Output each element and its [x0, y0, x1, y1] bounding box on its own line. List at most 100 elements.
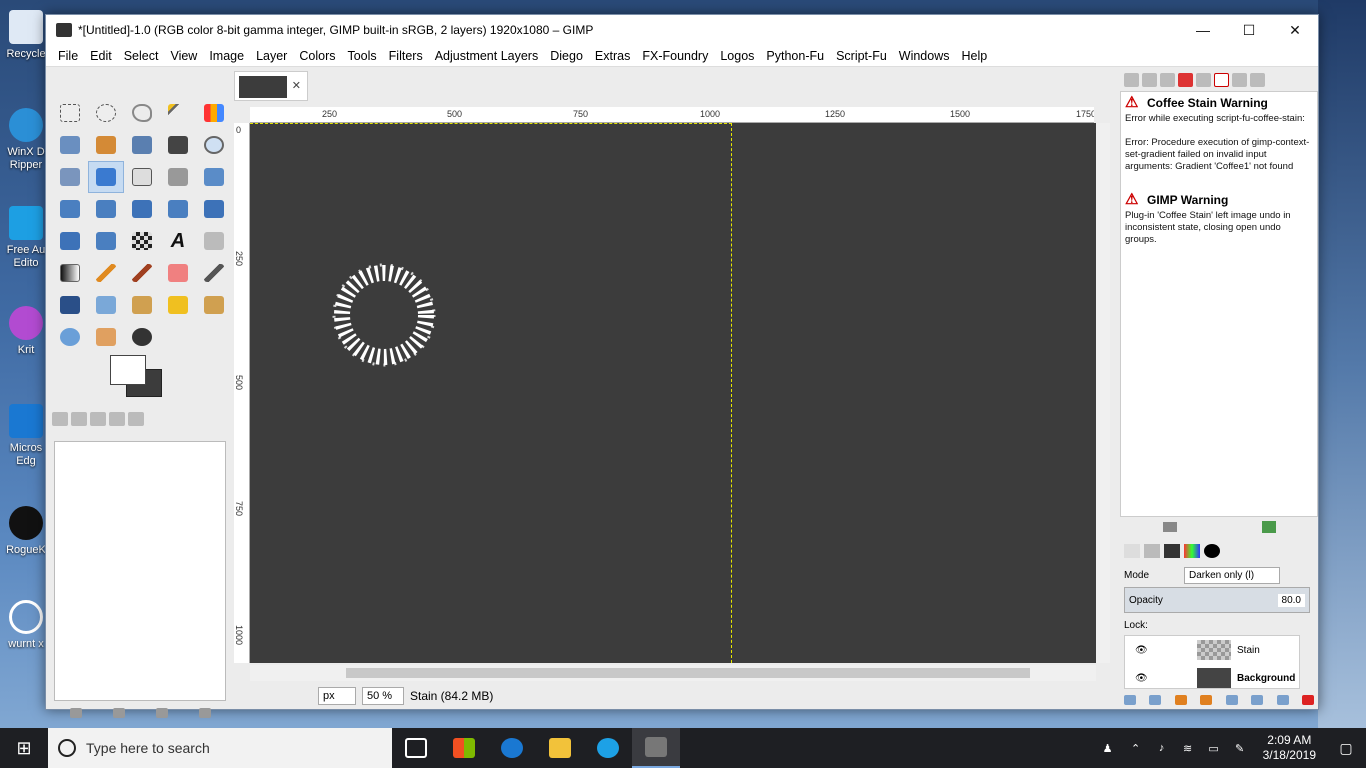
delete-layer-icon[interactable] — [1301, 695, 1314, 705]
explorer-button[interactable] — [536, 728, 584, 768]
shear-tool[interactable] — [124, 193, 160, 225]
gradient-tool[interactable] — [52, 257, 88, 289]
mode-select[interactable]: Darken only (l) — [1184, 566, 1280, 584]
tab-icon[interactable] — [1160, 73, 1175, 87]
menu-extras[interactable]: Extras — [589, 49, 636, 63]
people-icon[interactable]: ♟ — [1093, 742, 1123, 755]
free-select-tool[interactable] — [124, 97, 160, 129]
delete-options-icon[interactable] — [155, 708, 168, 718]
scale-tool[interactable] — [88, 193, 124, 225]
foreground-color[interactable] — [110, 355, 146, 385]
desktop-icon-edge[interactable]: Micros Edg — [4, 404, 48, 482]
minimize-button[interactable]: — — [1180, 15, 1226, 45]
perspective-clone-tool[interactable] — [196, 289, 232, 321]
menu-windows[interactable]: Windows — [893, 49, 956, 63]
menu-script-fu[interactable]: Script-Fu — [830, 49, 893, 63]
volume-icon[interactable]: ♪ — [1149, 742, 1175, 754]
image-tab[interactable]: ✕ — [234, 71, 308, 101]
tab-icon[interactable] — [1184, 544, 1200, 558]
flip-tool[interactable] — [52, 225, 88, 257]
menu-fx-foundry[interactable]: FX-Foundry — [636, 49, 714, 63]
network-icon[interactable]: ≋ — [1175, 742, 1201, 755]
skype-button[interactable] — [584, 728, 632, 768]
menu-python-fu[interactable]: Python-Fu — [760, 49, 830, 63]
unified-transform-tool[interactable] — [196, 161, 232, 193]
image-canvas[interactable] — [250, 123, 1096, 663]
tab-icon[interactable] — [1232, 73, 1247, 87]
opacity-slider[interactable]: Opacity 80.0 — [1124, 587, 1310, 613]
text-tool[interactable]: A — [160, 225, 196, 257]
vertical-scrollbar[interactable] — [1096, 123, 1110, 663]
eye-icon[interactable]: 👁 — [1135, 645, 1151, 656]
desktop-icon-winx[interactable]: WinX D Ripper — [4, 108, 48, 186]
clock[interactable]: 2:09 AM 3/18/2019 — [1263, 733, 1316, 763]
warning-tab-icon[interactable] — [1214, 73, 1229, 87]
menu-logos[interactable]: Logos — [714, 49, 760, 63]
document-tab-icon[interactable] — [128, 412, 144, 426]
rotate-tool[interactable] — [52, 193, 88, 225]
cage-tool[interactable] — [160, 193, 196, 225]
tab-icon[interactable] — [1144, 544, 1160, 558]
mypaint-brush-tool[interactable] — [88, 289, 124, 321]
restore-options-icon[interactable] — [112, 708, 125, 718]
new-group-icon[interactable] — [1149, 695, 1162, 705]
move-tool[interactable] — [88, 161, 124, 193]
fuzzy-select-tool[interactable] — [160, 97, 196, 129]
select-by-color-tool[interactable] — [196, 97, 232, 129]
edge-button[interactable] — [488, 728, 536, 768]
menu-filters[interactable]: Filters — [383, 49, 429, 63]
airbrush-tool[interactable] — [196, 257, 232, 289]
gimp-taskbar-button[interactable] — [632, 728, 680, 768]
pencil-tool[interactable] — [88, 257, 124, 289]
zoom-tool[interactable] — [196, 129, 232, 161]
zoom-select[interactable]: 50 % — [362, 687, 404, 705]
task-view-button[interactable] — [392, 728, 440, 768]
desktop-icon-audio[interactable]: Free Au Edito — [4, 206, 48, 284]
measure-tool[interactable] — [52, 161, 88, 193]
tab-icon[interactable] — [1124, 73, 1139, 87]
desktop-icon-recycle[interactable]: Recycle — [4, 10, 48, 80]
fg-bg-colors[interactable] — [110, 355, 166, 399]
smudge-tool[interactable] — [88, 321, 124, 353]
rect-select-tool[interactable] — [52, 97, 88, 129]
maximize-button[interactable]: ☐ — [1226, 15, 1272, 45]
menu-layer[interactable]: Layer — [250, 49, 293, 63]
warp-tool[interactable] — [88, 225, 124, 257]
fonts-tab-icon[interactable] — [109, 412, 125, 426]
save-options-icon[interactable] — [69, 708, 82, 718]
crop-tool[interactable] — [160, 161, 196, 193]
menu-help[interactable]: Help — [956, 49, 994, 63]
anchor-icon[interactable] — [1251, 695, 1264, 705]
opacity-value[interactable]: 80.0 — [1277, 593, 1305, 607]
menu-adjustment-layers[interactable]: Adjustment Layers — [429, 49, 545, 63]
new-layer-icon[interactable] — [1124, 695, 1136, 705]
search-box[interactable]: Type here to search — [48, 728, 392, 768]
menu-file[interactable]: File — [52, 49, 84, 63]
menu-image[interactable]: Image — [203, 49, 250, 63]
menu-view[interactable]: View — [164, 49, 203, 63]
tab-icon[interactable] — [1196, 73, 1211, 87]
patterns-tab-icon[interactable] — [71, 412, 87, 426]
dodge-burn-tool[interactable] — [124, 321, 160, 353]
close-image-tab-icon[interactable]: ✕ — [292, 79, 301, 92]
paintbrush-tool[interactable] — [124, 257, 160, 289]
eye-icon[interactable]: 👁 — [1135, 673, 1151, 684]
duplicate-layer-icon[interactable] — [1225, 695, 1238, 705]
clear-errors-icon[interactable] — [1162, 522, 1177, 532]
desktop-icon-wumt[interactable]: wurnt x — [4, 600, 48, 670]
eraser-tool[interactable] — [160, 257, 196, 289]
blend-checker-tool[interactable] — [124, 225, 160, 257]
store-button[interactable] — [440, 728, 488, 768]
unit-select[interactable]: px — [318, 687, 356, 705]
lower-layer-icon[interactable] — [1200, 695, 1213, 705]
layer-row-background[interactable]: 👁 Background — [1125, 664, 1299, 688]
desktop-icon-roguekiller[interactable]: RogueK — [4, 506, 48, 576]
scrollbar-thumb[interactable] — [346, 668, 1030, 678]
chevron-up-icon[interactable]: ⌃ — [1123, 742, 1149, 755]
foreground-select-tool[interactable] — [88, 129, 124, 161]
blur-tool[interactable] — [52, 321, 88, 353]
save-errors-icon[interactable] — [1261, 521, 1276, 533]
tab-icon[interactable] — [1204, 544, 1220, 558]
tab-icon[interactable] — [1142, 73, 1157, 87]
brushes-tab-icon[interactable] — [52, 412, 68, 426]
